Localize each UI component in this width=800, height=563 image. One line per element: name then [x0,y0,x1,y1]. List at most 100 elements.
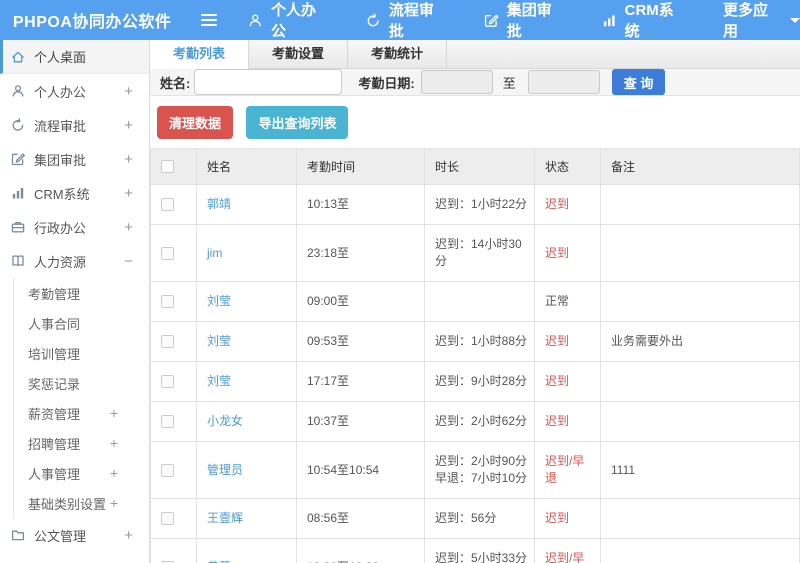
sidebar-subitem-personnel-contract[interactable]: 人事合同 [14,308,149,338]
date-label: 考勤日期: [358,75,415,91]
expand-toggle-icon[interactable]: + [124,117,133,134]
duration-line: 迟到：56分 [435,511,497,525]
row-checkbox[interactable] [161,463,174,477]
sidebar-item-label: 人力资源 [34,254,87,270]
tab-attendance-settings[interactable]: 考勤设置 [249,40,349,68]
time-cell: 10:54至10:54 [296,441,425,499]
duration-cell: 迟到：14小时30分 [424,224,535,282]
time-cell: 13:20至13:20 [296,538,425,563]
time-cell: 17:17至 [296,361,425,402]
row-checkbox[interactable] [161,375,174,388]
sidebar-subitem-basic-category-settings[interactable]: 基础类别设置 + [14,488,149,518]
menu-toggle-icon[interactable] [200,14,218,26]
sidebar-subitem-recruitment-management[interactable]: 招聘管理 + [14,428,149,458]
select-all-checkbox[interactable] [161,160,174,173]
user-icon [10,83,26,99]
clear-data-button[interactable]: 清理数据 [157,106,234,139]
expand-toggle-icon[interactable]: + [124,151,133,168]
workflow-icon [365,12,382,29]
row-checkbox[interactable] [161,198,174,211]
duration-line: 迟到：2小时62分 [435,414,528,428]
sidebar-item-workflow-approval[interactable]: 流程审批 + [0,108,149,142]
name-cell[interactable]: jim [196,224,297,282]
expand-toggle-icon[interactable]: + [124,527,133,544]
sidebar-item-human-resources[interactable]: 人力资源 − [0,244,149,278]
status-cell: 迟到 [534,498,601,539]
nav-item-personal-office[interactable]: 个人办公 [247,0,329,41]
tab-attendance-list[interactable]: 考勤列表 [150,40,250,69]
note-cell [600,224,800,282]
date-to-input[interactable] [527,70,600,94]
time-cell: 08:56至 [296,498,425,539]
expand-toggle-icon[interactable]: + [124,185,133,202]
name-cell[interactable]: 管理员 [196,441,297,499]
status-cell: 迟到 [534,401,601,442]
sidebar-subitem-label: 培训管理 [28,346,81,362]
name-cell[interactable]: 刘莹 [196,321,297,362]
table-header-row: 姓名 考勤时间 时长 状态 备注 [150,148,800,185]
sidebar-item-admin-office[interactable]: 行政办公 + [0,210,149,244]
row-checkbox[interactable] [161,335,174,348]
expand-toggle-icon[interactable]: + [110,405,118,421]
nav-item-crm-system[interactable]: CRM系统 [601,0,687,41]
sidebar-item-crm-system[interactable]: CRM系统 + [0,176,149,210]
name-cell[interactable]: 刘莹 [196,361,297,402]
sidebar-item-group-approval[interactable]: 集团审批 + [0,142,149,176]
sidebar-subitem-salary-management[interactable]: 薪资管理 + [14,398,149,428]
sidebar-subitem-training-management[interactable]: 培训管理 [14,338,149,368]
expand-toggle-icon[interactable]: + [110,495,118,511]
sidebar-item-label: 个人办公 [34,84,87,100]
name-cell[interactable]: 王壹辉 [196,498,297,539]
duration-line: 迟到：1小时88分 [435,334,528,348]
search-button[interactable]: 查 询 [611,69,666,95]
duration-line: 迟到：9小时28分 [435,374,528,388]
sidebar-item-personal-desktop[interactable]: 个人桌面 [0,40,149,74]
status-cell: 迟到 [534,184,601,225]
row-checkbox[interactable] [161,415,174,428]
sidebar-subitem-label: 薪资管理 [28,406,81,422]
expand-toggle-icon[interactable]: + [110,465,118,481]
attendance-table: 姓名 考勤时间 时长 状态 备注 郭靖 10:13至 迟到：1小时22分 迟到 jim 23:18… [150,148,800,563]
expand-toggle-icon[interactable]: + [124,83,133,100]
name-cell[interactable]: 黄蓉 [196,538,297,563]
nav-item-workflow-approval[interactable]: 流程审批 [365,0,447,41]
duration-cell: 迟到：2小时90分 早退：7小时10分 [424,441,535,499]
sidebar-subitem-reward-punishment-records[interactable]: 奖惩记录 [14,368,149,398]
name-input[interactable] [194,69,343,95]
name-cell[interactable]: 郭靖 [196,184,297,225]
time-cell: 09:53至 [296,321,425,362]
document-icon [10,527,26,543]
table-row: 刘莹 09:00至 正常 [150,281,800,322]
sidebar-item-vehicle-management[interactable]: 用车管理+ [0,552,149,563]
column-header: 考勤时间 [296,148,425,185]
status-cell: 迟到/早退 [534,441,601,499]
name-cell[interactable]: 小龙女 [196,401,297,442]
sidebar-item-document-management[interactable]: 公文管理 + [0,518,149,552]
row-checkbox-cell [150,401,197,442]
sidebar-subitem-attendance-management[interactable]: 考勤管理 [14,278,149,308]
row-checkbox[interactable] [161,295,174,308]
date-from-input[interactable] [420,70,493,94]
date-to-label: 至 [502,75,516,91]
edit-icon [10,151,26,167]
expand-toggle-icon[interactable]: − [124,253,133,270]
sidebar-item-label: CRM系统 [34,186,90,202]
time-cell: 23:18至 [296,224,425,282]
note-cell: 1111 [600,441,800,499]
sidebar-subitem-personnel-management[interactable]: 人事管理 + [14,458,149,488]
expand-toggle-icon[interactable]: + [124,219,133,236]
caret-down-icon [790,17,800,23]
name-cell[interactable]: 刘莹 [196,281,297,322]
app-title: PHPOA协同办公软件 [13,14,172,31]
table-row: 刘莹 09:53至 迟到：1小时88分 迟到 业务需要外出 [150,321,800,362]
nav-item-more-apps[interactable]: 更多应用 [723,0,800,41]
tab-attendance-stats[interactable]: 考勤统计 [348,40,448,68]
sidebar-item-personal-office[interactable]: 个人办公 + [0,74,149,108]
row-checkbox-cell [150,498,197,539]
row-checkbox[interactable] [161,512,174,525]
row-checkbox[interactable] [161,246,174,260]
column-header: 时长 [424,148,535,185]
nav-item-group-approval[interactable]: 集团审批 [483,0,565,41]
export-list-button[interactable]: 导出查询列表 [246,106,349,139]
expand-toggle-icon[interactable]: + [110,435,118,451]
